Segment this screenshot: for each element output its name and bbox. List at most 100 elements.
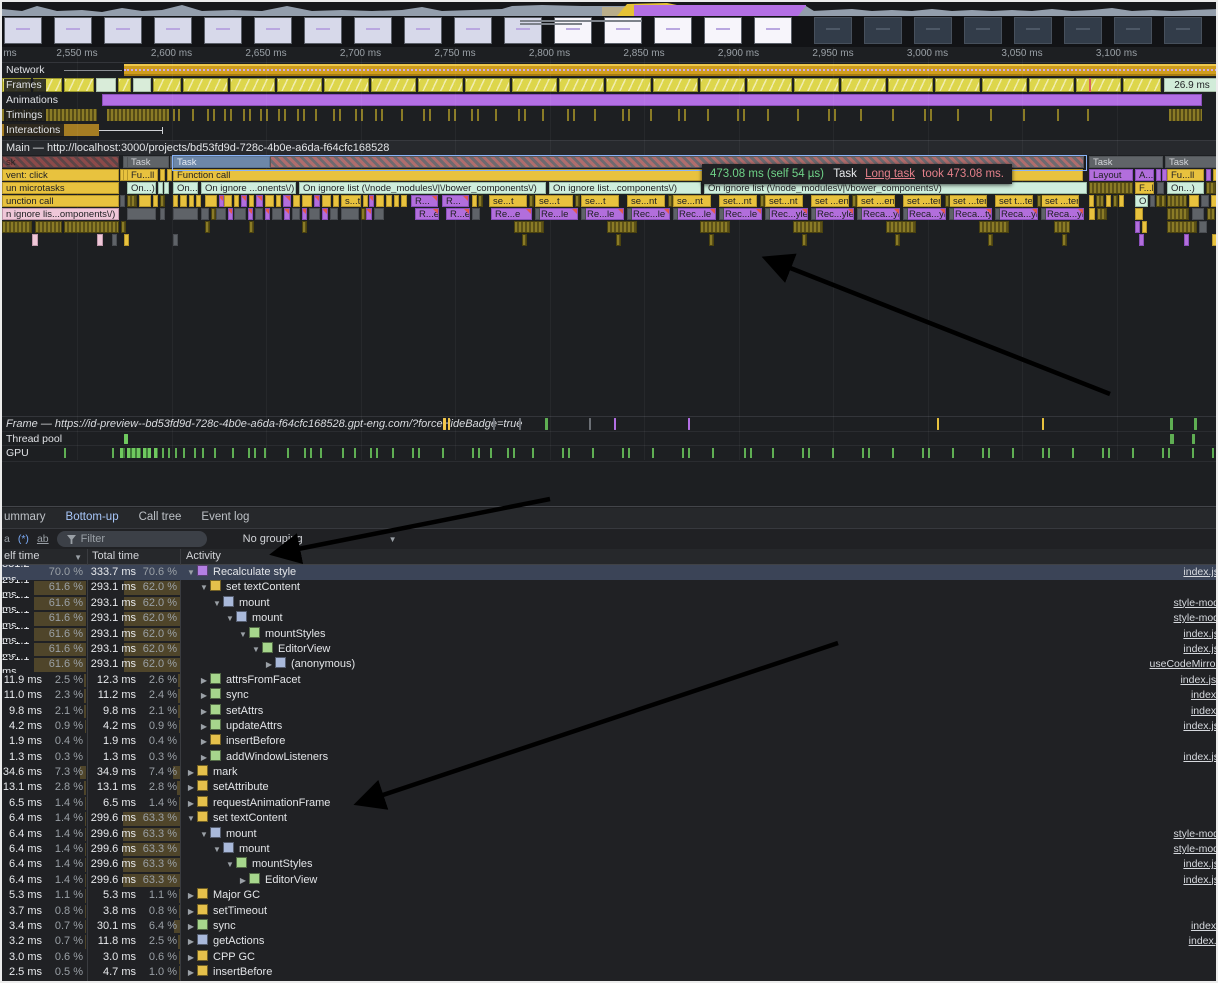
flame-bar[interactable] — [196, 195, 201, 207]
flame-bar[interactable] — [1106, 195, 1111, 207]
flame-bar[interactable] — [1167, 221, 1197, 233]
flame-bar[interactable] — [234, 208, 246, 220]
flame-bar[interactable] — [903, 208, 908, 220]
flame-bar[interactable] — [1157, 182, 1164, 194]
flame-bar[interactable] — [255, 208, 263, 220]
flame-bar[interactable] — [700, 221, 730, 233]
flame-bar[interactable] — [793, 221, 823, 233]
table-row[interactable]: 291.1 ms61.6 %293.1 ms62.0 %▼EditorViewi… — [2, 642, 1218, 657]
collapsed-arrow-icon[interactable]: ▶ — [186, 888, 196, 903]
table-row[interactable]: 6.4 ms1.4 %299.6 ms63.3 %▶EditorViewinde… — [2, 873, 1218, 888]
expanded-arrow-icon[interactable]: ▼ — [199, 827, 209, 842]
flame-bar[interactable] — [811, 208, 816, 220]
flame-bar[interactable]: Re...le — [537, 208, 578, 220]
collapsed-arrow-icon[interactable]: ▶ — [186, 950, 196, 965]
flame-bar[interactable] — [369, 195, 374, 207]
flame-bar[interactable]: set...nt — [765, 195, 803, 207]
flame-bar[interactable] — [160, 208, 165, 220]
flame-bar[interactable]: F...l — [1135, 182, 1154, 194]
flame-bar[interactable] — [1213, 169, 1218, 181]
table-row[interactable]: 3.2 ms0.7 %11.8 ms2.5 %▶getActionsindex.… — [2, 934, 1218, 949]
flame-bar[interactable] — [886, 221, 916, 233]
flame-bar[interactable] — [857, 208, 862, 220]
table-row[interactable]: 3.4 ms0.7 %30.1 ms6.4 %▶syncindex. — [2, 919, 1218, 934]
flame-bar[interactable] — [668, 195, 673, 207]
table-row[interactable]: 2.5 ms0.5 %4.7 ms1.0 %▶insertBefore — [2, 965, 1218, 980]
flame-bar[interactable]: Rec...yle — [767, 208, 808, 220]
flame-bar[interactable] — [1167, 208, 1189, 220]
flame-bar[interactable] — [852, 195, 857, 207]
flame-bar[interactable] — [607, 221, 637, 233]
flame-bar[interactable] — [1089, 182, 1133, 194]
flame-bar[interactable]: un microtasks — [2, 182, 119, 194]
flame-bar[interactable] — [1041, 208, 1046, 220]
table-row[interactable]: 331.2 ms70.0 %333.7 ms70.6 %▼Recalculate… — [2, 565, 1218, 580]
flame-bar[interactable] — [167, 169, 172, 181]
flame-bar[interactable] — [153, 195, 158, 207]
flame-bar[interactable]: Rec...le — [721, 208, 762, 220]
flame-bar[interactable]: Reca...yle — [1043, 208, 1084, 220]
flame-bar[interactable]: R... — [411, 195, 438, 207]
flame-bar[interactable] — [522, 234, 527, 246]
flame-bar[interactable] — [1119, 195, 1124, 207]
expanded-arrow-icon[interactable]: ▼ — [238, 627, 248, 642]
flame-bar[interactable] — [1161, 195, 1166, 207]
flame-bar[interactable] — [201, 208, 209, 220]
flame-bar[interactable] — [249, 195, 254, 207]
gpu-track[interactable]: GPU — [2, 445, 1218, 462]
tooltip-longtask-link[interactable]: Long task — [865, 168, 915, 180]
collapsed-arrow-icon[interactable]: ▶ — [264, 657, 274, 672]
flame-bar[interactable] — [1097, 208, 1107, 220]
collapsed-arrow-icon[interactable]: ▶ — [186, 919, 196, 934]
flame-bar[interactable] — [363, 195, 368, 207]
flame-bar[interactable] — [1062, 234, 1067, 246]
expanded-arrow-icon[interactable]: ▼ — [212, 842, 222, 857]
flame-bar[interactable] — [472, 208, 480, 220]
flame-bar[interactable]: Reca...yle — [997, 208, 1038, 220]
flame-bar[interactable] — [2, 221, 32, 233]
flame-bar[interactable] — [283, 195, 291, 207]
flame-bar[interactable]: set ...tent — [903, 195, 941, 207]
source-link[interactable]: style-mod — [1173, 842, 1218, 857]
flame-bar[interactable] — [478, 195, 483, 207]
collapsed-arrow-icon[interactable]: ▶ — [199, 734, 209, 749]
flame-bar[interactable] — [330, 208, 338, 220]
flame-bar[interactable]: s...t — [341, 195, 361, 207]
flame-bar[interactable] — [979, 221, 1009, 233]
flame-bar[interactable] — [173, 195, 178, 207]
flame-bar[interactable] — [97, 234, 103, 246]
flame-bar[interactable]: set...nt — [719, 195, 757, 207]
table-row[interactable]: 6.4 ms1.4 %299.6 ms63.3 %▼mountStylesind… — [2, 857, 1218, 872]
regex-icon[interactable]: (*) — [18, 533, 29, 545]
table-row[interactable]: 1.3 ms0.3 %1.3 ms0.3 %▶addWindowListener… — [2, 750, 1218, 765]
flame-bar[interactable]: sk — [2, 156, 119, 168]
collapsed-arrow-icon[interactable]: ▶ — [199, 673, 209, 688]
flame-bar[interactable] — [180, 195, 187, 207]
flame-bar[interactable] — [333, 195, 339, 207]
collapsed-arrow-icon[interactable]: ▶ — [186, 904, 196, 919]
table-row[interactable]: 5.3 ms1.1 %5.3 ms1.1 %▶Major GC — [2, 888, 1218, 903]
source-link[interactable]: index. — [1191, 704, 1218, 719]
expanded-arrow-icon[interactable]: ▼ — [212, 596, 222, 611]
collapsed-arrow-icon[interactable]: ▶ — [186, 934, 196, 949]
expanded-arrow-icon[interactable]: ▼ — [251, 642, 261, 657]
match-whole-word-icon[interactable]: ab — [37, 533, 49, 545]
collapsed-arrow-icon[interactable]: ▶ — [199, 719, 209, 734]
flame-bar[interactable] — [292, 208, 300, 220]
flame-bar[interactable] — [1212, 234, 1217, 246]
flame-bar[interactable] — [802, 234, 807, 246]
flame-bar[interactable] — [535, 208, 540, 220]
flame-bar[interactable]: R... — [442, 195, 469, 207]
flame-bar[interactable] — [1184, 234, 1189, 246]
flame-bar[interactable] — [386, 195, 392, 207]
flame-bar[interactable]: A... — [1135, 169, 1154, 181]
flame-bar[interactable] — [988, 234, 993, 246]
flame-bar[interactable]: vent: click — [2, 169, 119, 181]
source-link[interactable]: index. — [1191, 919, 1218, 934]
table-row[interactable]: 9.8 ms2.1 %9.8 ms2.1 %▶setAttrsindex. — [2, 704, 1218, 719]
thread-pool-track[interactable]: Thread pool — [2, 431, 1218, 446]
flame-bar[interactable]: R...e — [415, 208, 439, 220]
flame-bar[interactable] — [272, 208, 282, 220]
column-activity[interactable]: Activity — [182, 549, 1218, 564]
column-self-time[interactable]: elf time ▼ — [2, 549, 88, 564]
